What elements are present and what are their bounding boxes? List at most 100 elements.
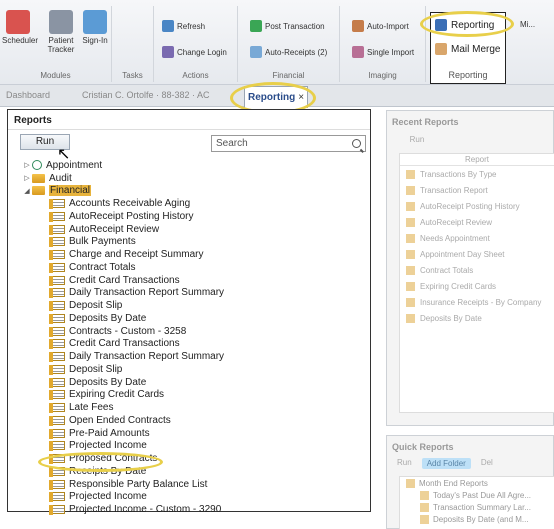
sign-in-button[interactable]: Sign-In: [80, 10, 110, 45]
quick-report-row[interactable]: Month End Reports: [400, 477, 554, 489]
reports-panel: Reports Run Search ↖ ▷ Appointment ▷ Audit ◢…: [7, 109, 371, 516]
tree-item[interactable]: Receipts By Date: [8, 465, 368, 478]
tree-item[interactable]: Credit Card Transactions: [8, 274, 368, 287]
quick-report-row[interactable]: Deposits By Date (and M...: [400, 513, 554, 525]
quick-delete-button[interactable]: Del: [481, 458, 493, 469]
tree-item[interactable]: Expiring Credit Cards: [8, 389, 368, 402]
recent-report-label: AutoReceipt Review: [420, 217, 493, 227]
mail-merge-button[interactable]: Mail Merge: [435, 43, 500, 55]
report-icon: [406, 201, 415, 211]
tree-item[interactable]: Deposit Slip: [8, 299, 368, 312]
folder-icon: [406, 478, 415, 488]
tab-reporting[interactable]: Reporting ×: [244, 86, 308, 108]
report-icon: [49, 211, 65, 222]
tree-item[interactable]: Accounts Receivable Aging: [8, 197, 368, 210]
recent-report-row[interactable]: Contract Totals: [400, 262, 554, 278]
tree-item-label: Pre-Paid Amounts: [69, 427, 150, 439]
tree-item[interactable]: Projected Income: [8, 440, 368, 453]
auto-receipts-button[interactable]: Auto-Receipts (2): [250, 46, 327, 58]
misc-button[interactable]: Mi...: [520, 20, 535, 29]
single-import-button[interactable]: Single Import: [352, 46, 414, 58]
recent-run-button[interactable]: Run: [397, 135, 437, 147]
auto-import-button[interactable]: Auto-Import: [352, 20, 409, 32]
report-icon: [49, 326, 65, 337]
tree-item[interactable]: Open Ended Contracts: [8, 414, 368, 427]
search-input[interactable]: Search: [211, 135, 366, 152]
tree-item[interactable]: Projected Income: [8, 491, 368, 504]
recent-report-row[interactable]: Needs Appointment: [400, 230, 554, 246]
patient-tracker-button[interactable]: Patient Tracker: [44, 10, 78, 54]
tree-item-label: Appointment: [46, 159, 103, 171]
tree-item[interactable]: Charge and Receipt Summary: [8, 248, 368, 261]
tree-item[interactable]: Daily Transaction Report Summary: [8, 287, 368, 300]
tree-item[interactable]: Deposit Slip: [8, 363, 368, 376]
recent-report-row[interactable]: Transactions By Type: [400, 166, 554, 182]
tree-item[interactable]: AutoReceipt Posting History: [8, 210, 368, 223]
recent-report-row[interactable]: Expiring Credit Cards: [400, 278, 554, 294]
tree-item-label: Receipts By Date: [69, 465, 147, 477]
quick-report-row[interactable]: Transaction Summary Lar...: [400, 501, 554, 513]
expand-arrow-icon[interactable]: ▷: [22, 174, 32, 182]
report-icon: [49, 237, 65, 248]
report-icon: [49, 428, 65, 439]
recent-reports-title: Recent Reports: [392, 117, 459, 127]
collapse-arrow-icon[interactable]: ◢: [22, 187, 32, 195]
report-icon: [420, 502, 429, 512]
recent-report-row[interactable]: Deposits By Date: [400, 310, 554, 326]
tree-item[interactable]: Contracts - Custom - 3258: [8, 325, 368, 338]
recent-report-row[interactable]: AutoReceipt Review: [400, 214, 554, 230]
tree-item[interactable]: Projected Income - Custom - 3290: [8, 503, 368, 516]
expand-arrow-icon[interactable]: ▷: [22, 161, 32, 169]
refresh-button[interactable]: Refresh: [162, 20, 205, 32]
recent-report-label: Expiring Credit Cards: [420, 281, 497, 291]
tree-item-label: Deposits By Date: [69, 376, 147, 388]
tree-item[interactable]: ▷ Audit: [8, 172, 368, 185]
tree-item[interactable]: ▷ Appointment: [8, 159, 368, 172]
post-transaction-button[interactable]: Post Transaction: [250, 20, 325, 32]
group-label-actions: Actions: [182, 71, 209, 80]
single-import-icon: [352, 46, 364, 58]
ribbon-group-financial: Post Transaction Auto-Receipts (2) Finan…: [238, 6, 340, 82]
tree-item[interactable]: Responsible Party Balance List: [8, 478, 368, 491]
recent-report-row[interactable]: AutoReceipt Posting History: [400, 198, 554, 214]
change-login-button[interactable]: Change Login: [162, 46, 227, 58]
report-icon: [49, 415, 65, 426]
quick-report-row[interactable]: Today's Past Due All Agre...: [400, 489, 554, 501]
reporting-button[interactable]: Reporting: [435, 19, 494, 31]
report-icon: [406, 249, 415, 259]
tree-item-label: Financial: [49, 185, 92, 197]
sign-in-icon: [83, 10, 107, 34]
search-icon[interactable]: [352, 139, 361, 148]
change-login-icon: [162, 46, 174, 58]
tree-item[interactable]: Credit Card Transactions: [8, 338, 368, 351]
tree-item[interactable]: Deposits By Date: [8, 376, 368, 389]
folder-icon: [32, 173, 45, 183]
tree-item[interactable]: Pre-Paid Amounts: [8, 427, 368, 440]
recent-report-row[interactable]: Transaction Report: [400, 182, 554, 198]
recent-report-row[interactable]: Appointment Day Sheet: [400, 246, 554, 262]
close-icon[interactable]: ×: [298, 92, 304, 103]
report-icon: [49, 250, 65, 261]
tree-item[interactable]: Daily Transaction Report Summary: [8, 350, 368, 363]
tree-item[interactable]: Deposits By Date: [8, 312, 368, 325]
tree-item[interactable]: Bulk Payments: [8, 236, 368, 249]
tab-dashboard[interactable]: Dashboard: [6, 90, 50, 100]
recent-report-row[interactable]: Insurance Receipts - By Company: [400, 294, 554, 310]
report-icon: [49, 301, 65, 312]
tree-item[interactable]: Late Fees: [8, 401, 368, 414]
tab-patient[interactable]: Cristian C. Ortolfe · 88-382 · AC: [82, 90, 210, 100]
quick-run-button[interactable]: Run: [397, 458, 412, 469]
tree-item[interactable]: Proposed Contracts: [8, 452, 368, 465]
tree-item[interactable]: Contract Totals: [8, 261, 368, 274]
tree-item-label: Projected Income - Custom - 3290: [69, 504, 222, 516]
report-icon: [406, 169, 415, 179]
reporting-icon: [435, 19, 447, 31]
tree-item[interactable]: AutoReceipt Review: [8, 223, 368, 236]
report-icon: [49, 505, 65, 516]
tree-item[interactable]: ◢ Financial: [8, 185, 368, 198]
tree-item-label: Bulk Payments: [69, 236, 136, 248]
scheduler-button[interactable]: Scheduler: [2, 10, 38, 45]
report-icon: [406, 281, 415, 291]
add-folder-button[interactable]: Add Folder: [421, 458, 471, 469]
report-icon: [49, 479, 65, 490]
